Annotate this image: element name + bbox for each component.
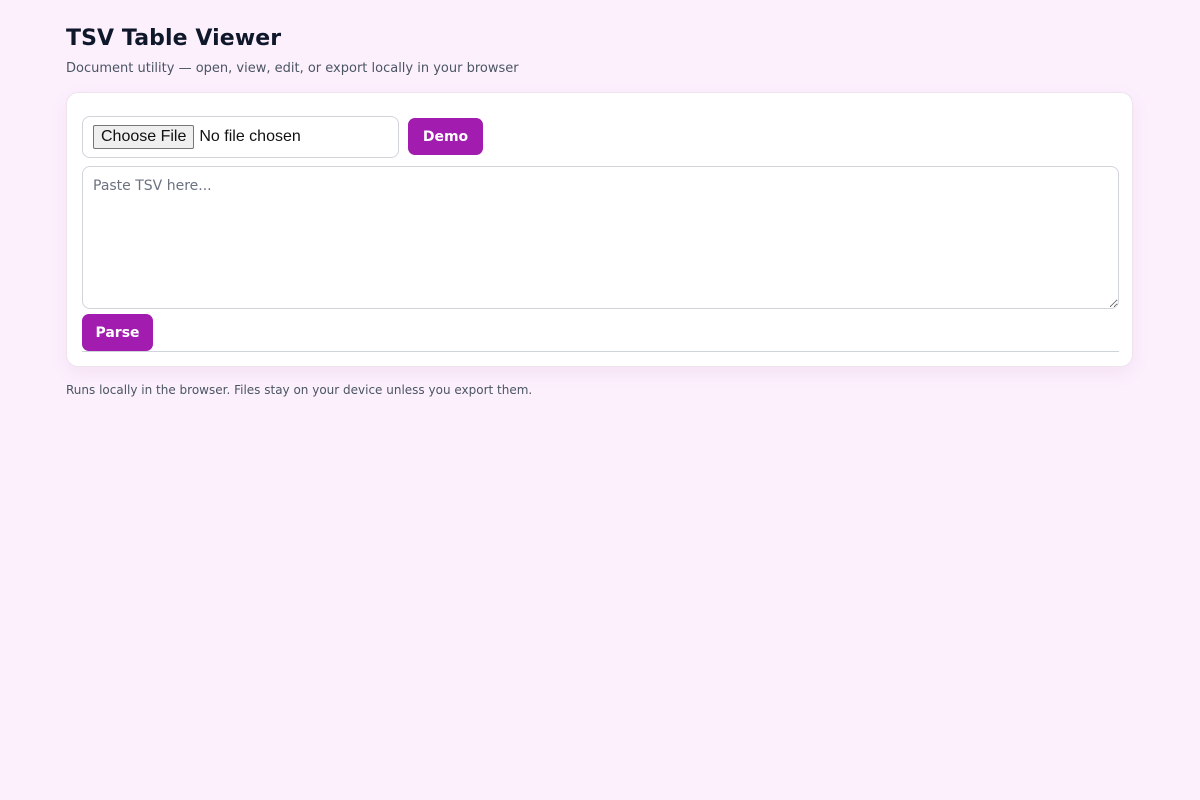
page-subtitle: Document utility — open, view, edit, or … — [66, 61, 519, 76]
page: TSV Table Viewer Document utility — open… — [0, 0, 1200, 800]
page-title: TSV Table Viewer — [66, 26, 282, 51]
file-input[interactable]: Choose File No file chosen — [82, 116, 399, 158]
choose-file-button[interactable]: Choose File — [93, 125, 195, 149]
output-divider — [82, 351, 1119, 352]
file-status-text: No file chosen — [199, 128, 301, 145]
parse-button[interactable]: Parse — [82, 314, 153, 351]
footer-note: Runs locally in the browser. Files stay … — [66, 383, 533, 397]
demo-button[interactable]: Demo — [408, 118, 483, 155]
tool-card: Choose File No file chosen Demo Parse — [66, 92, 1133, 367]
tsv-input[interactable] — [82, 166, 1119, 309]
